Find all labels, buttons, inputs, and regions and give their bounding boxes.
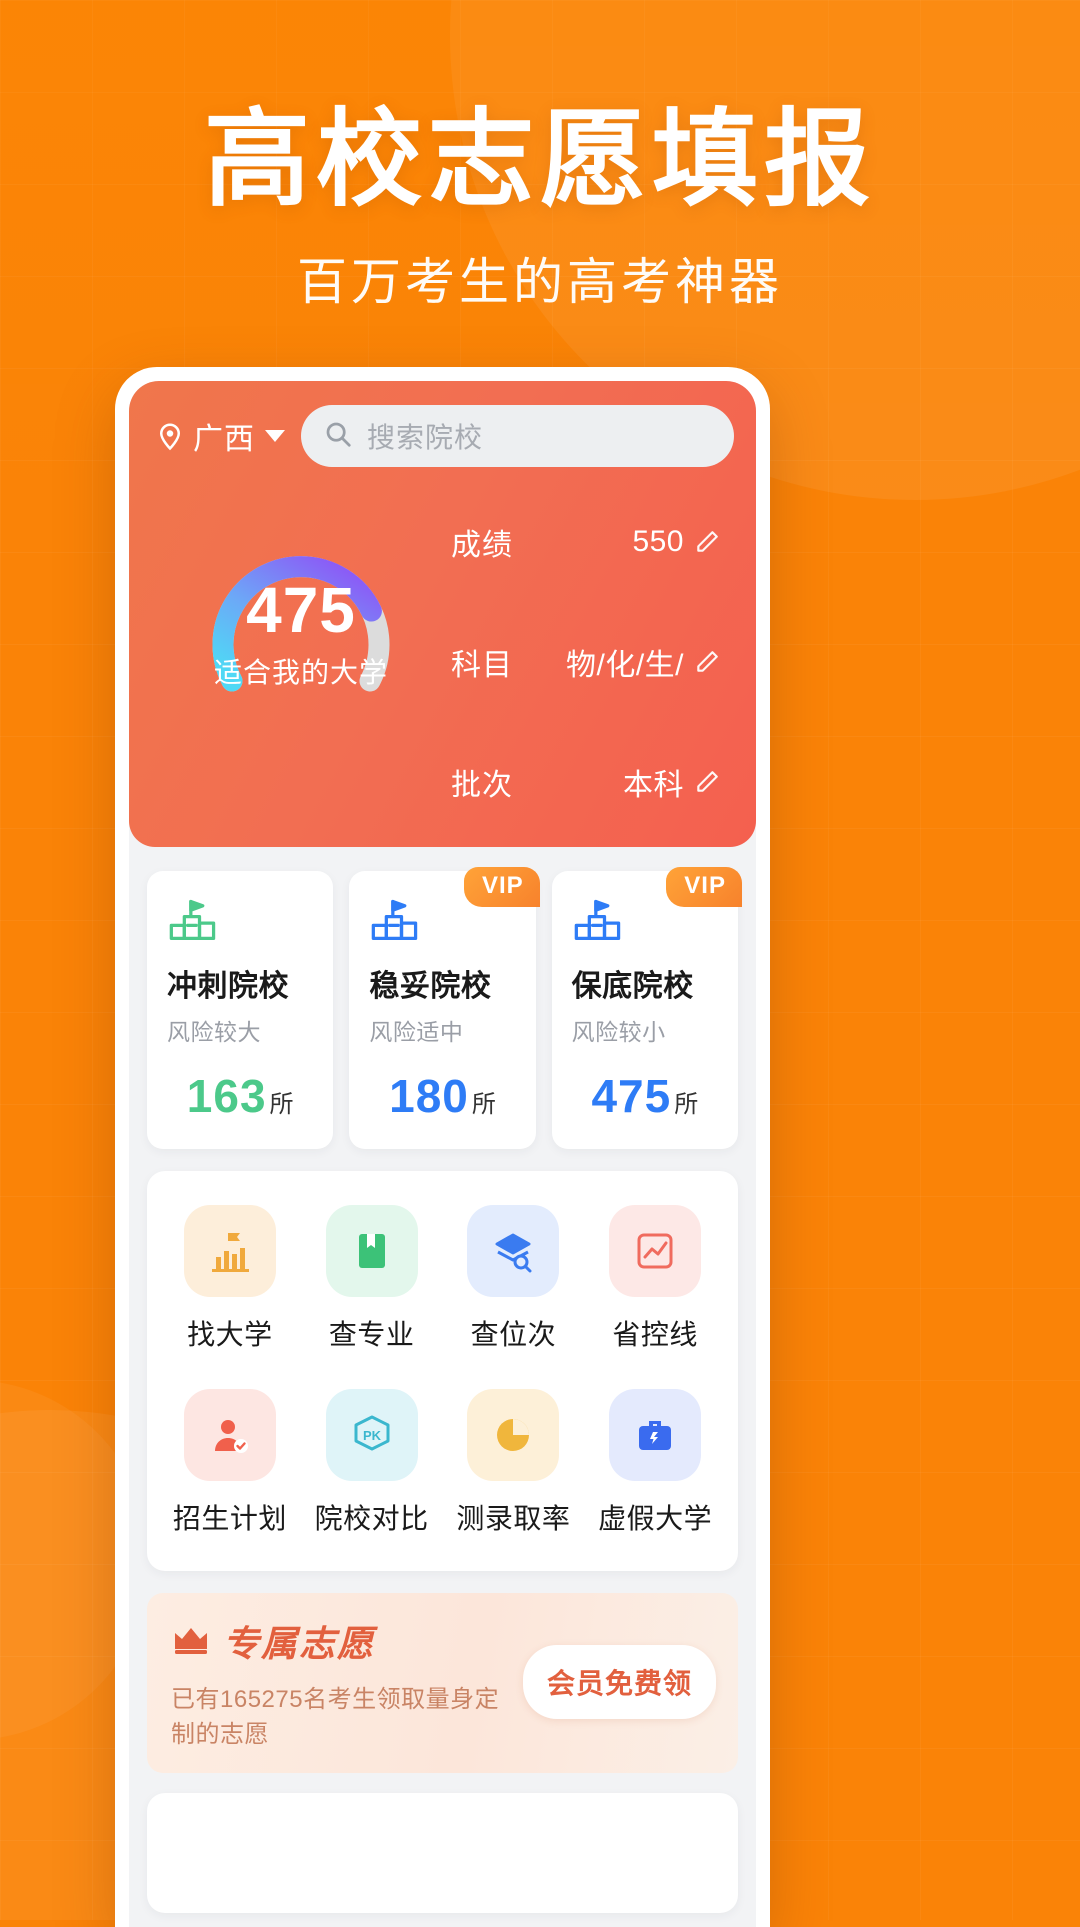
risk-card-risk: 风险较大 — [167, 1019, 261, 1045]
promo-heading: 专属志愿 — [171, 1615, 523, 1667]
info-value: 550 — [632, 525, 684, 558]
pencil-icon[interactable] — [694, 649, 720, 675]
score-gauge-block: 475 适合我的大学 — [151, 493, 451, 703]
feature-search-major[interactable]: 查专业 — [301, 1205, 443, 1353]
info-row-batch[interactable]: 批次 本科 — [451, 743, 720, 821]
feature-label: 查位次 — [470, 1319, 557, 1350]
header-body: 475 适合我的大学 成绩 550 科目 物/化/生/ 批次 本科 — [151, 493, 734, 821]
pencil-icon[interactable] — [694, 529, 720, 555]
gauge-chart: 475 适合我的大学 — [177, 493, 425, 703]
risk-card-title: 冲刺院校 — [167, 970, 289, 1003]
crown-icon — [171, 1623, 211, 1660]
hero-subtitle: 百万考生的高考神器 — [297, 254, 783, 311]
search-placeholder: 搜索院校 — [367, 422, 484, 453]
risk-card-title: 稳妥院校 — [369, 970, 492, 1003]
hero-section: 高校志愿填报 百万考生的高考神器 — [0, 0, 1080, 314]
header-top-bar: 广西 搜索院校 — [151, 405, 734, 467]
promo-banner[interactable]: 专属志愿 已有165275名考生领取量身定制的志愿 会员免费领 — [147, 1593, 738, 1773]
vip-badge: VIP — [666, 867, 742, 907]
feature-label: 招生计划 — [172, 1503, 287, 1534]
flag-podium-green-icon — [167, 895, 313, 947]
phone-mockup: 广西 搜索院校 475 适合我的大学 成绩 550 科目 物/化/生/ 批次 本… — [115, 367, 770, 1927]
promo-text-block: 专属志愿 已有165275名考生领取量身定制的志愿 — [171, 1615, 523, 1749]
feature-province-line[interactable]: 省控线 — [584, 1205, 726, 1353]
risk-card-unit: 所 — [269, 1091, 294, 1118]
risk-card-unit: 所 — [674, 1091, 699, 1118]
line-chart-icon — [609, 1205, 702, 1297]
risk-card-count: 163 — [186, 1070, 267, 1122]
info-key: 科目 — [451, 649, 513, 682]
info-key: 批次 — [451, 769, 513, 802]
feature-admission-rate[interactable]: 测录取率 — [443, 1389, 585, 1537]
promo-claim-button[interactable]: 会员免费领 — [522, 1645, 716, 1719]
person-check-icon — [183, 1389, 276, 1481]
pencil-icon[interactable] — [694, 769, 720, 795]
risk-card-count-group: 475 所 — [572, 1069, 718, 1123]
hero-title: 高校志愿填报 — [204, 101, 876, 219]
info-value-group: 550 — [632, 525, 720, 559]
info-value-group: 物/化/生/ — [566, 640, 720, 684]
location-name: 广西 — [193, 423, 255, 456]
feature-label: 查专业 — [328, 1319, 415, 1350]
info-row-score[interactable]: 成绩 550 — [451, 503, 720, 581]
risk-card-baodi[interactable]: VIP 保底院校 风险较小 475 所 — [551, 867, 742, 1149]
location-selector[interactable]: 广西 — [151, 414, 285, 458]
feature-label: 虚假大学 — [598, 1503, 713, 1534]
promo-subtitle: 已有165275名考生领取量身定制的志愿 — [171, 1686, 500, 1748]
layers-search-icon — [467, 1205, 560, 1297]
info-value: 本科 — [623, 769, 684, 802]
feature-label: 找大学 — [187, 1319, 273, 1350]
risk-card-unit: 所 — [471, 1091, 496, 1118]
info-value-group: 本科 — [623, 760, 720, 804]
risk-card-risk: 风险适中 — [369, 1019, 464, 1045]
svg-text:PK: PK — [363, 1428, 382, 1443]
risk-card-risk: 风险较小 — [571, 1019, 666, 1045]
gauge-label: 适合我的大学 — [213, 657, 388, 688]
search-icon — [323, 419, 353, 454]
app-header-card: 广西 搜索院校 475 适合我的大学 成绩 550 科目 物/化/生/ 批次 本… — [129, 381, 756, 847]
pie-chart-icon — [467, 1389, 560, 1481]
gauge-value: 475 — [246, 574, 356, 646]
risk-card-row: 冲刺院校 风险较大 163 所 VIP 稳妥院校 风险适中 180 所 VIP … — [129, 847, 756, 1149]
risk-card-count-group: 163 所 — [167, 1069, 313, 1123]
info-value: 物/化/生/ — [565, 649, 684, 682]
location-pin-icon — [155, 421, 185, 451]
feature-label: 省控线 — [612, 1319, 698, 1350]
info-row-subjects[interactable]: 科目 物/化/生/ — [451, 623, 720, 701]
risk-card-count-group: 180 所 — [369, 1069, 515, 1123]
feature-label: 测录取率 — [456, 1503, 571, 1534]
feature-grid: 找大学 查专业 查位次 省控线 招生计划 PK 院校对比 测录取率 虚假大学 — [159, 1205, 726, 1537]
vip-badge: VIP — [463, 867, 540, 907]
risk-card-wentuo[interactable]: VIP 稳妥院校 风险适中 180 所 — [349, 867, 540, 1149]
score-info-list: 成绩 550 科目 物/化/生/ 批次 本科 — [451, 493, 734, 821]
risk-card-title: 保底院校 — [571, 970, 694, 1003]
feature-check-rank[interactable]: 查位次 — [443, 1205, 585, 1353]
risk-card-chongci[interactable]: 冲刺院校 风险较大 163 所 — [147, 871, 334, 1149]
feature-fake-university[interactable]: 虚假大学 — [584, 1389, 726, 1537]
briefcase-alert-icon — [609, 1389, 702, 1481]
feature-label: 院校对比 — [314, 1503, 429, 1534]
feature-find-university[interactable]: 找大学 — [159, 1205, 301, 1353]
search-input[interactable]: 搜索院校 — [301, 405, 734, 467]
info-key: 成绩 — [451, 529, 513, 562]
feature-grid-card: 找大学 查专业 查位次 省控线 招生计划 PK 院校对比 测录取率 虚假大学 — [147, 1171, 738, 1571]
phone-screen: 广西 搜索院校 475 适合我的大学 成绩 550 科目 物/化/生/ 批次 本… — [129, 381, 756, 1927]
university-icon — [183, 1205, 276, 1297]
feature-admission-plan[interactable]: 招生计划 — [159, 1389, 301, 1537]
chevron-down-icon — [265, 430, 285, 442]
book-icon — [325, 1205, 418, 1297]
pk-compare-icon: PK — [325, 1389, 418, 1481]
promo-title: 专属志愿 — [223, 1623, 376, 1664]
bottom-partial-card[interactable] — [147, 1793, 738, 1913]
risk-card-count: 180 — [389, 1070, 469, 1122]
risk-card-count: 475 — [591, 1070, 672, 1122]
feature-compare-schools[interactable]: PK 院校对比 — [301, 1389, 443, 1537]
